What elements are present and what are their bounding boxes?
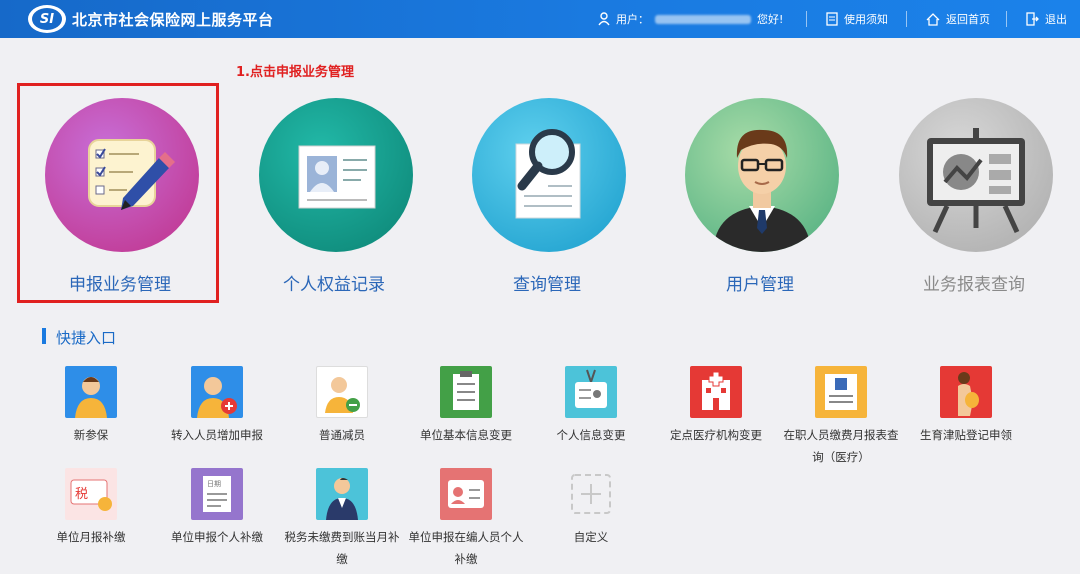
quick-new-insured[interactable]: 新参保	[28, 366, 154, 446]
home-icon	[926, 12, 940, 26]
quick-monthly-fee-report[interactable]: 在职人员缴费月报表查询（医疗）	[778, 366, 904, 468]
tile-personal-rights[interactable]	[256, 98, 416, 252]
quick-transfer-add[interactable]: 转入人员增加申报	[154, 366, 280, 446]
logout-link[interactable]: 退出	[1026, 11, 1067, 27]
tile-declaration-management[interactable]	[42, 98, 202, 252]
logout-icon	[1026, 12, 1039, 26]
presentation-board-icon[interactable]	[899, 98, 1053, 252]
section-marker	[42, 328, 46, 344]
tile-label-declaration[interactable]: 申报业务管理	[20, 270, 220, 295]
user-icon	[598, 12, 610, 26]
quick-staffed-personal-supplement[interactable]: 单位申报在编人员个人补缴	[403, 468, 529, 570]
greeting: 您好!	[757, 13, 784, 26]
add-person-icon[interactable]	[191, 366, 243, 418]
pregnant-woman-icon[interactable]	[940, 366, 992, 418]
tile-report-query[interactable]	[896, 98, 1056, 252]
quick-medical-institution-change[interactable]: 定点医疗机构变更	[653, 366, 779, 446]
quick-customize[interactable]: 自定义	[528, 468, 654, 548]
quick-entry-title: 快捷入口	[56, 329, 117, 347]
tile-label-personal-rights[interactable]: 个人权益记录	[234, 270, 434, 295]
tile-label-user[interactable]: 用户管理	[660, 270, 860, 295]
step-annotation: 1.点击申报业务管理	[236, 65, 354, 80]
user-label: 用户：	[616, 13, 649, 26]
new-person-icon[interactable]	[65, 366, 117, 418]
svg-text:税: 税	[75, 487, 88, 502]
quick-personal-info-change[interactable]: 个人信息变更	[528, 366, 654, 446]
quick-reduce-member[interactable]: 普通减员	[279, 366, 405, 446]
tile-label-report[interactable]: 业务报表查询	[874, 270, 1074, 295]
magnifier-document-icon[interactable]	[472, 98, 626, 252]
calendar-doc-icon[interactable]: 日期	[191, 468, 243, 520]
usage-notice-link[interactable]: 使用须知	[826, 11, 888, 27]
badge-icon[interactable]	[565, 366, 617, 418]
report-card-icon[interactable]	[815, 366, 867, 418]
tile-query-management[interactable]	[469, 98, 629, 252]
quick-maternity-allowance[interactable]: 生育津贴登记申领	[903, 366, 1029, 446]
quick-tax-unpaid-supplement[interactable]: 税务未缴费到账当月补缴	[279, 468, 405, 570]
businessman-icon[interactable]	[685, 98, 839, 252]
tax-icon[interactable]: 税	[65, 468, 117, 520]
remove-person-icon[interactable]	[316, 366, 368, 418]
suit-person-icon[interactable]	[316, 468, 368, 520]
tile-user-management[interactable]	[682, 98, 842, 252]
document-icon	[826, 12, 838, 26]
hospital-icon[interactable]	[690, 366, 742, 418]
user-info: 用户： 您好!	[598, 11, 783, 27]
site-title: 北京市社会保险网上服务平台	[72, 11, 274, 29]
plus-icon[interactable]	[565, 468, 617, 520]
quick-unit-monthly-supplement[interactable]: 税 单位月报补缴	[28, 468, 154, 548]
svg-text:日期: 日期	[207, 480, 221, 488]
logo-icon: SI	[28, 5, 66, 33]
home-link[interactable]: 返回首页	[926, 11, 990, 27]
top-header: SI 北京市社会保险网上服务平台 用户： 您好! 使用须知 返回首页 退出	[0, 0, 1080, 38]
id-card-icon[interactable]	[259, 98, 413, 252]
tile-label-query[interactable]: 查询管理	[447, 270, 647, 295]
quick-unit-info-change[interactable]: 单位基本信息变更	[403, 366, 529, 446]
clipboard-icon[interactable]	[440, 366, 492, 418]
username-redacted	[655, 14, 751, 24]
staff-card-icon[interactable]	[440, 468, 492, 520]
quick-unit-personal-supplement[interactable]: 日期 单位申报个人补缴	[154, 468, 280, 548]
checklist-pen-icon[interactable]	[45, 98, 199, 252]
